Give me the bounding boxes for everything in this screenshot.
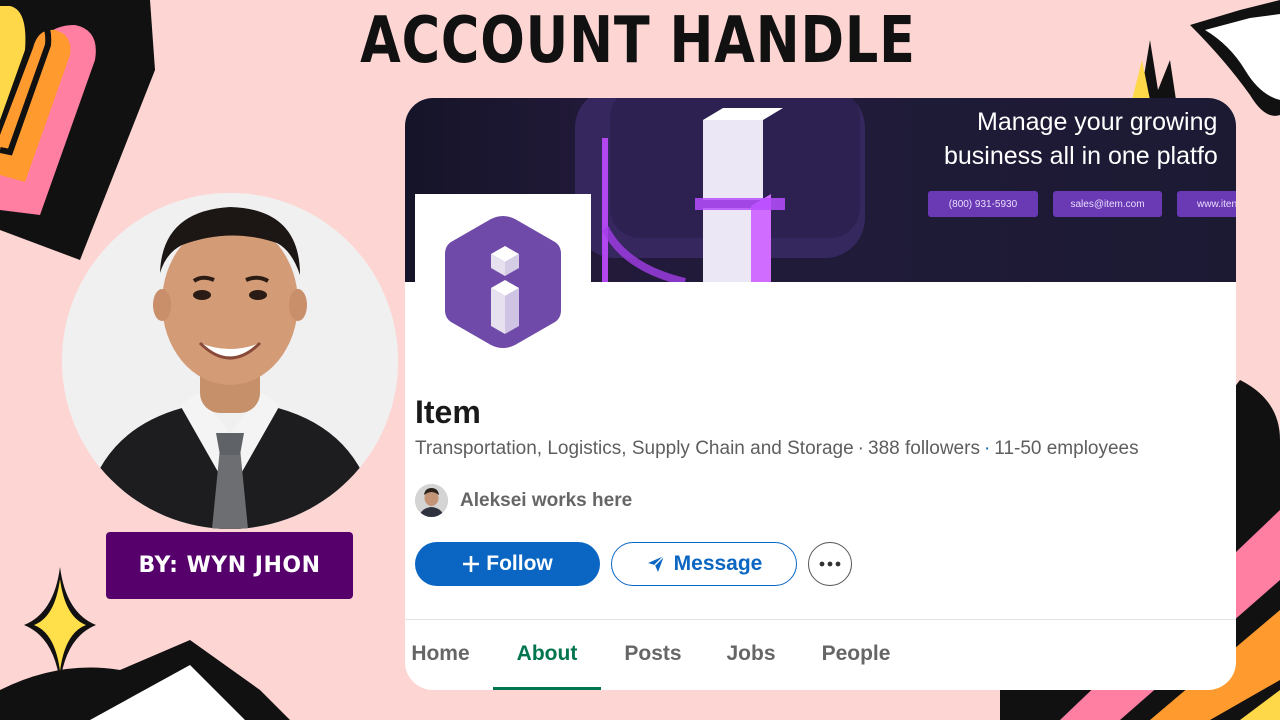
connection-avatar bbox=[415, 484, 448, 517]
banner-email: sales@item.com bbox=[1053, 191, 1162, 217]
slide-title: ACCOUNT HANDLE bbox=[360, 4, 916, 78]
tab-posts[interactable]: Posts bbox=[615, 620, 691, 688]
tab-about[interactable]: About bbox=[493, 620, 601, 690]
company-page-card: Manage your growing business all in one … bbox=[405, 98, 1236, 690]
ellipsis-icon bbox=[819, 561, 841, 567]
author-photo bbox=[62, 193, 398, 529]
message-label: Message bbox=[673, 552, 763, 575]
send-icon bbox=[647, 555, 665, 572]
connection-row[interactable]: Aleksei works here bbox=[415, 484, 632, 517]
company-logo[interactable] bbox=[415, 194, 591, 370]
banner-phone: (800) 931-5930 bbox=[928, 191, 1038, 217]
company-industry: Transportation, Logistics, Supply Chain … bbox=[415, 438, 854, 459]
plus-icon bbox=[463, 556, 480, 572]
company-name: Item bbox=[415, 394, 481, 430]
tab-jobs[interactable]: Jobs bbox=[718, 620, 784, 688]
message-button[interactable]: Message bbox=[611, 542, 797, 586]
tab-home[interactable]: Home bbox=[405, 620, 476, 688]
company-tabs: Home About Posts Jobs People bbox=[405, 620, 1236, 690]
author-badge: BY: WYN JHON bbox=[106, 532, 353, 599]
tab-people[interactable]: People bbox=[813, 620, 899, 688]
decorative-sparkle bbox=[24, 567, 96, 683]
banner-headline-line2: business all in one platfo bbox=[944, 142, 1218, 170]
connection-text: Aleksei works here bbox=[460, 489, 633, 511]
banner-headline-line1: Manage your growing bbox=[977, 108, 1218, 136]
company-meta: Transportation, Logistics, Supply Chain … bbox=[415, 438, 1139, 459]
more-options-button[interactable] bbox=[808, 542, 852, 586]
company-employees[interactable]: 11-50 employees bbox=[994, 438, 1138, 459]
company-followers[interactable]: 388 followers bbox=[868, 438, 980, 459]
item-logo-icon bbox=[445, 216, 561, 348]
follow-label: Follow bbox=[486, 552, 553, 575]
banner-website: www.iten bbox=[1177, 191, 1236, 217]
follow-button[interactable]: Follow bbox=[415, 542, 600, 586]
